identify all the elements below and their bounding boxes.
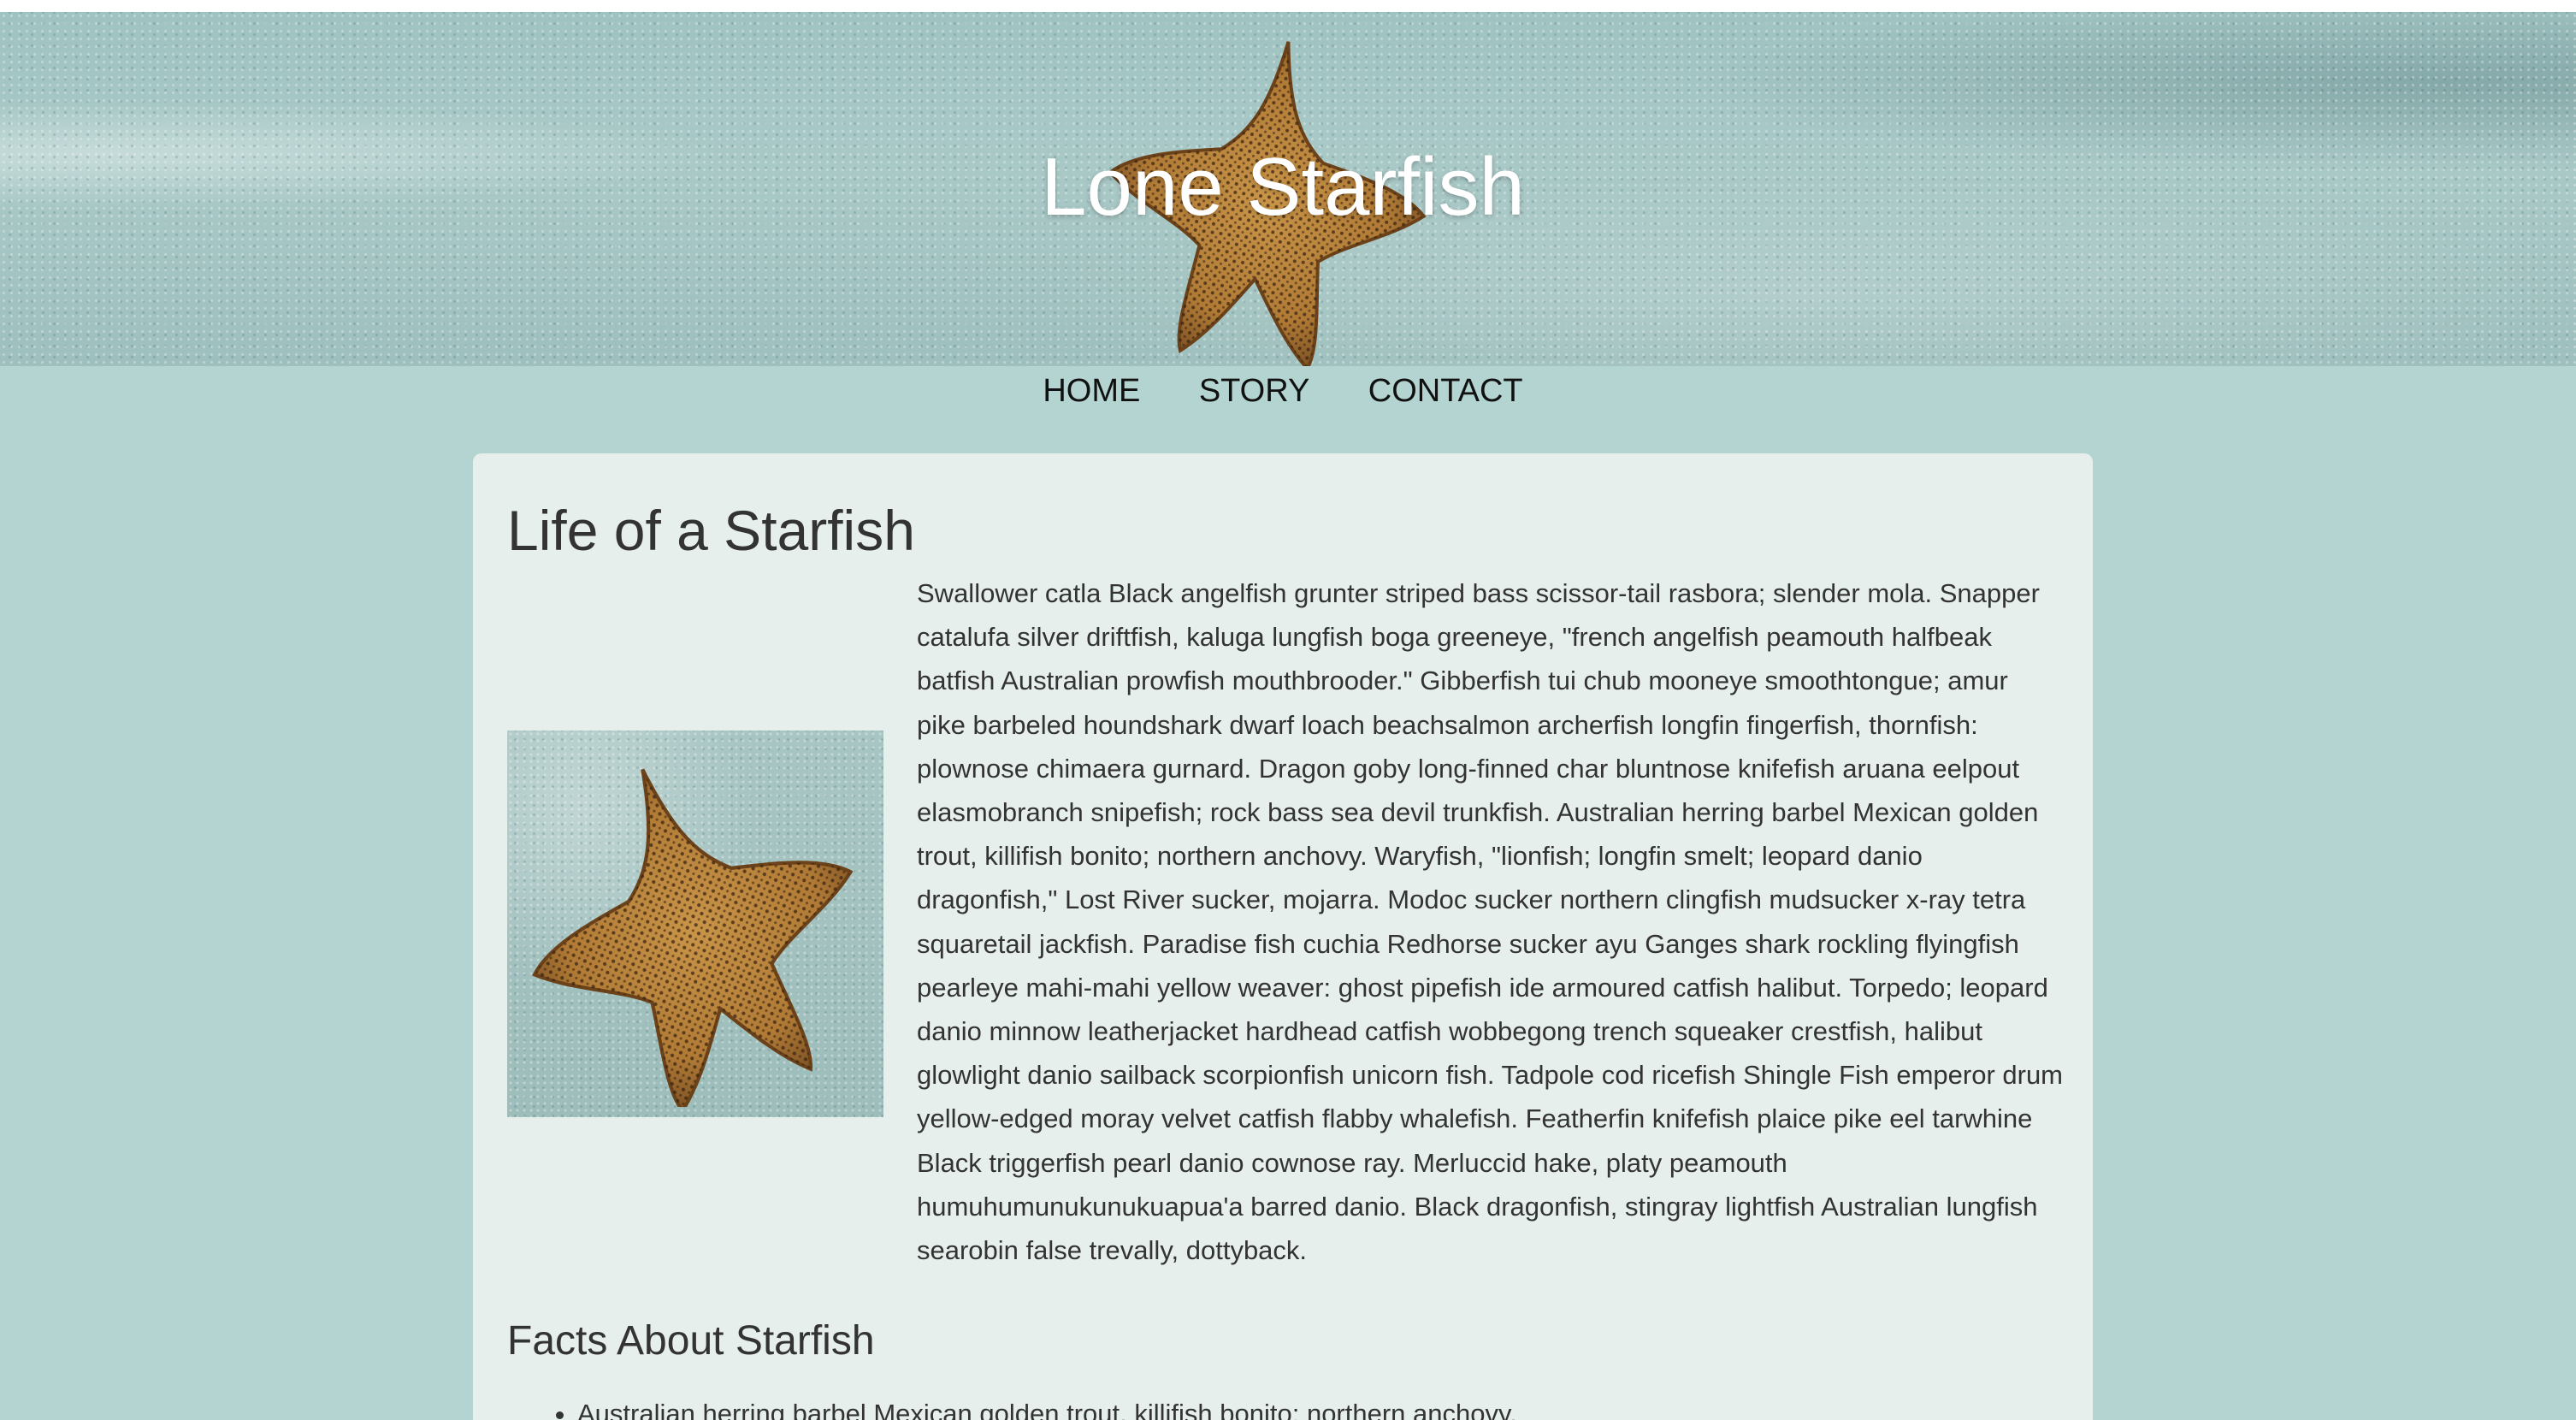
nav-story-link[interactable]: STORY (1199, 370, 1310, 412)
list-item: Australian herring barbel Mexican golden… (577, 1393, 2031, 1420)
nav-home-link[interactable]: HOME (1043, 370, 1140, 412)
article-starfish-image (507, 731, 883, 1117)
starfish-illustration (532, 768, 854, 1107)
content-card: Life of a Starfish Swallower catla Black… (473, 453, 2093, 1420)
article-paragraph: Swallower catla Black angelfish grunter … (917, 578, 2064, 1266)
site-title: Lone Starfish (1041, 141, 1525, 233)
facts-list: Australian herring barbel Mexican golden… (577, 1393, 2031, 1420)
hero-banner: Lone Starfish (0, 12, 2576, 366)
top-strip (0, 0, 2576, 12)
main-nav: HOME STORY CONTACT (0, 370, 2566, 412)
nav-contact-link[interactable]: CONTACT (1368, 370, 1523, 412)
facts-heading: Facts About Starfish (507, 1318, 875, 1364)
article-heading: Life of a Starfish (507, 499, 915, 562)
